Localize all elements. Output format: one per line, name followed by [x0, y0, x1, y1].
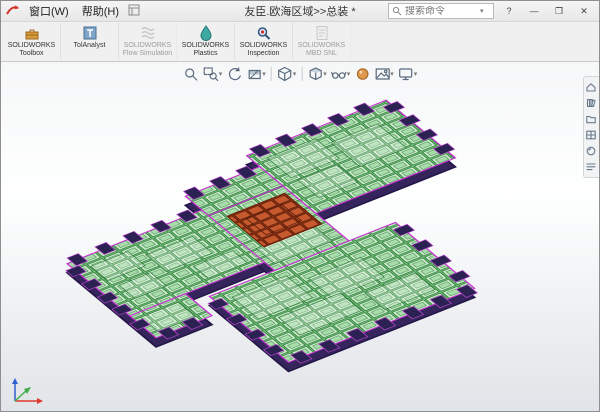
model-3d[interactable] [29, 66, 549, 411]
search-caret-icon[interactable]: ▾ [480, 8, 484, 15]
appearances-scenes-icon[interactable] [585, 145, 597, 157]
ribbon-button-label: SOLIDWORKS MBD SNL [293, 42, 350, 58]
x-axis-icon [37, 398, 43, 404]
hud-separator [271, 67, 272, 81]
menu-window[interactable]: 窗口(W) [25, 2, 73, 20]
ribbon-button-label: SOLIDWORKS Plastics [177, 42, 234, 58]
viewport-3d[interactable]: ▾ ▾ ▾ ▾ ▾ ▾ [1, 62, 599, 411]
heads-up-toolbar: ▾ ▾ ▾ ▾ ▾ ▾ [182, 65, 419, 83]
y-axis-icon [24, 387, 31, 394]
inspection-icon [255, 25, 273, 41]
ribbon: SOLIDWORKS Toolbox TolAnalyst SOLIDWORKS… [1, 22, 599, 62]
command-search[interactable]: ▾ [388, 3, 494, 19]
hud-separator [301, 67, 302, 81]
z-axis-icon [12, 378, 18, 384]
edit-appearance-icon[interactable] [353, 65, 371, 83]
design-library-icon[interactable] [585, 97, 597, 109]
titlebar: 窗口(W) 帮助(H) 友臣.欧海区域>>总装 * ▾ ? — ❐ ✕ [1, 1, 599, 22]
ribbon-button-label: SOLIDWORKS Toolbox [3, 42, 60, 58]
quick-access-icon[interactable] [128, 4, 140, 19]
ribbon-button-plastics[interactable]: SOLIDWORKS Plastics [177, 23, 235, 60]
ribbon-button-tolanalyst[interactable]: TolAnalyst [61, 23, 119, 60]
ribbon-button-label: TolAnalyst [74, 42, 106, 50]
flow-simulation-icon [139, 25, 157, 41]
plastics-icon [197, 25, 215, 41]
zoom-to-fit-icon[interactable] [182, 65, 200, 83]
search-icon [392, 6, 402, 16]
custom-properties-icon[interactable] [585, 161, 597, 173]
section-view-icon[interactable]: ▾ [245, 65, 267, 83]
ribbon-button-mbd[interactable]: SOLIDWORKS MBD SNL [293, 23, 351, 60]
solidworks-resources-icon[interactable] [585, 81, 597, 93]
zoom-to-area-icon[interactable]: ▾ [202, 65, 224, 83]
minimize-button[interactable]: — [524, 3, 544, 19]
maximize-button[interactable]: ❐ [549, 3, 569, 19]
previous-view-icon[interactable] [225, 65, 243, 83]
ribbon-button-toolbox[interactable]: SOLIDWORKS Toolbox [3, 23, 61, 60]
ribbon-button-flow-simulation[interactable]: SOLIDWORKS Flow Simulation [119, 23, 177, 60]
task-pane [583, 76, 599, 178]
model-container [29, 66, 549, 411]
app-logo-icon [6, 4, 20, 19]
close-button[interactable]: ✕ [574, 3, 594, 19]
help-button[interactable]: ? [499, 3, 519, 19]
coordinate-triad [7, 375, 47, 407]
search-input[interactable] [405, 6, 477, 17]
ribbon-button-inspection[interactable]: SOLIDWORKS Inspection [235, 23, 293, 60]
view-palette-icon[interactable] [585, 129, 597, 141]
hide-show-items-icon[interactable]: ▾ [330, 65, 352, 83]
mbd-icon [313, 25, 331, 41]
menu-help[interactable]: 帮助(H) [78, 2, 123, 20]
apply-scene-icon[interactable]: ▾ [373, 65, 395, 83]
document-title: 友臣.欧海区域>>总装 * [244, 3, 355, 19]
view-settings-icon[interactable]: ▾ [397, 65, 419, 83]
toolbox-icon [23, 25, 41, 41]
tolanalyst-icon [81, 25, 99, 41]
app-window: 窗口(W) 帮助(H) 友臣.欧海区域>>总装 * ▾ ? — ❐ ✕ SOLI… [0, 0, 600, 412]
file-explorer-icon[interactable] [585, 113, 597, 125]
display-style-icon[interactable]: ▾ [306, 65, 328, 83]
ribbon-button-label: SOLIDWORKS Inspection [235, 42, 292, 58]
view-orientation-icon[interactable]: ▾ [276, 65, 298, 83]
ribbon-button-label: SOLIDWORKS Flow Simulation [119, 42, 176, 58]
